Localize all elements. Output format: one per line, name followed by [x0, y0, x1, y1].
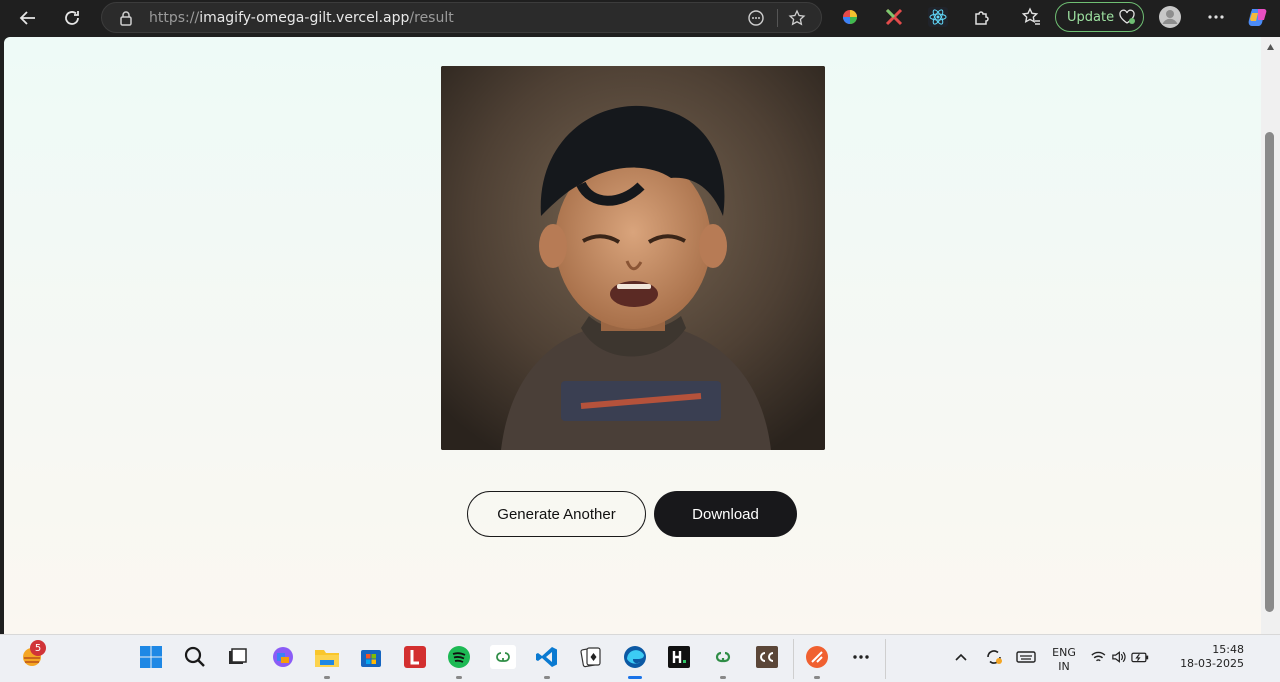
- weather-widget[interactable]: 5: [18, 640, 46, 671]
- url-text: https://imagify-omega-gilt.vercel.app/re…: [149, 10, 454, 26]
- swift-icon: [806, 646, 828, 668]
- copilot-app-icon: [273, 647, 293, 667]
- running-indicator: [324, 676, 330, 679]
- health-heart-icon: [1118, 9, 1136, 29]
- show-hidden-icons-button[interactable]: [950, 643, 972, 671]
- generated-image: [441, 66, 825, 450]
- address-bar[interactable]: https://imagify-omega-gilt.vercel.app/re…: [101, 2, 822, 33]
- battery-icon: [1131, 652, 1149, 663]
- extensions-puzzle-icon[interactable]: [971, 6, 993, 28]
- cards-icon: [580, 647, 601, 668]
- favorites-icon[interactable]: [1020, 6, 1042, 28]
- edge-browser-app[interactable]: [621, 643, 649, 679]
- folder-icon: [315, 650, 339, 667]
- volume-icon: [1111, 651, 1126, 663]
- copilot-icon[interactable]: [1246, 5, 1270, 29]
- back-button[interactable]: [14, 4, 42, 32]
- running-indicator: [814, 676, 820, 679]
- microsoft-store-app[interactable]: [357, 643, 385, 671]
- vscode-app[interactable]: [533, 643, 561, 679]
- profile-avatar-icon[interactable]: [1158, 5, 1182, 29]
- region-code: IN: [1058, 660, 1070, 673]
- gfg-second-app[interactable]: [709, 643, 737, 679]
- running-indicator: [720, 676, 726, 679]
- file-explorer-app[interactable]: [313, 643, 341, 679]
- generated-image-illustration: [441, 66, 825, 450]
- copilot-app[interactable]: [269, 643, 297, 671]
- l-logo-icon: [404, 646, 426, 668]
- clock-time: 15:48: [1212, 643, 1244, 656]
- gfg-icon: [490, 645, 516, 669]
- network-volume-battery[interactable]: [1090, 643, 1150, 671]
- react-devtools-icon[interactable]: [927, 6, 949, 28]
- back-arrow-icon: [19, 11, 35, 25]
- weather-badge: 5: [30, 640, 46, 656]
- more-apps-button[interactable]: [847, 643, 875, 671]
- taskbar-divider: [793, 639, 794, 679]
- solitaire-app[interactable]: [577, 643, 605, 671]
- search-button[interactable]: [181, 643, 209, 671]
- update-label: Update: [1067, 9, 1115, 25]
- cc-logo-icon: [756, 646, 778, 668]
- h-logo-icon: [668, 646, 690, 668]
- hackerrank-app[interactable]: [665, 643, 693, 671]
- reading-mode-icon[interactable]: [747, 9, 765, 27]
- gfg-green-icon: [715, 651, 731, 663]
- vscode-icon: [536, 647, 557, 667]
- clock-date: 18-03-2025: [1180, 657, 1244, 670]
- favorite-star-icon[interactable]: [788, 9, 806, 27]
- task-view-icon: [229, 648, 247, 664]
- sync-tray-icon[interactable]: [982, 643, 1006, 671]
- ellipsis-icon: [853, 655, 869, 659]
- start-button[interactable]: [137, 643, 165, 671]
- scroll-thumb[interactable]: [1265, 132, 1274, 612]
- page-scrollbar[interactable]: [1261, 37, 1280, 634]
- running-indicator: [544, 676, 550, 679]
- tools-extension-icon[interactable]: [883, 6, 905, 28]
- codechef-app[interactable]: [753, 643, 781, 671]
- taskbar-divider: [885, 639, 886, 679]
- spotify-icon: [448, 646, 470, 668]
- browser-toolbar: https://imagify-omega-gilt.vercel.app/re…: [0, 0, 1280, 36]
- store-icon: [361, 650, 381, 667]
- windows-taskbar: 5 ENG IN 15:48 18-03-2025: [0, 634, 1280, 682]
- language-code: ENG: [1052, 646, 1076, 659]
- generate-another-button[interactable]: Generate Another: [467, 491, 646, 537]
- edge-icon: [624, 646, 646, 668]
- more-menu-icon[interactable]: [1205, 6, 1227, 28]
- clock[interactable]: 15:48 18-03-2025: [1168, 643, 1244, 671]
- swift-app[interactable]: [803, 643, 831, 679]
- keyboard-icon: [1016, 651, 1036, 663]
- scroll-up-arrow-icon[interactable]: [1266, 43, 1275, 51]
- sync-icon: [987, 650, 1002, 664]
- windows-logo-icon: [140, 646, 162, 668]
- spotify-app[interactable]: [445, 643, 473, 679]
- geeksforgeeks-app[interactable]: [489, 643, 517, 671]
- page-viewport: Generate Another Download: [4, 37, 1261, 634]
- active-indicator: [628, 676, 642, 679]
- address-separator: [777, 9, 778, 27]
- lastpass-app[interactable]: [401, 643, 429, 671]
- search-icon: [184, 646, 205, 667]
- download-button[interactable]: Download: [654, 491, 797, 537]
- reload-icon: [65, 11, 79, 25]
- keyboard-tray-icon[interactable]: [1013, 643, 1039, 671]
- color-extension-icon[interactable]: [839, 6, 861, 28]
- chevron-up-icon: [955, 653, 967, 661]
- task-view-button[interactable]: [223, 643, 251, 671]
- wifi-icon: [1091, 651, 1106, 662]
- reload-button[interactable]: [58, 4, 86, 32]
- update-button[interactable]: Update: [1055, 2, 1144, 32]
- lock-icon: [119, 10, 133, 30]
- language-indicator[interactable]: ENG IN: [1048, 646, 1080, 674]
- running-indicator: [456, 676, 462, 679]
